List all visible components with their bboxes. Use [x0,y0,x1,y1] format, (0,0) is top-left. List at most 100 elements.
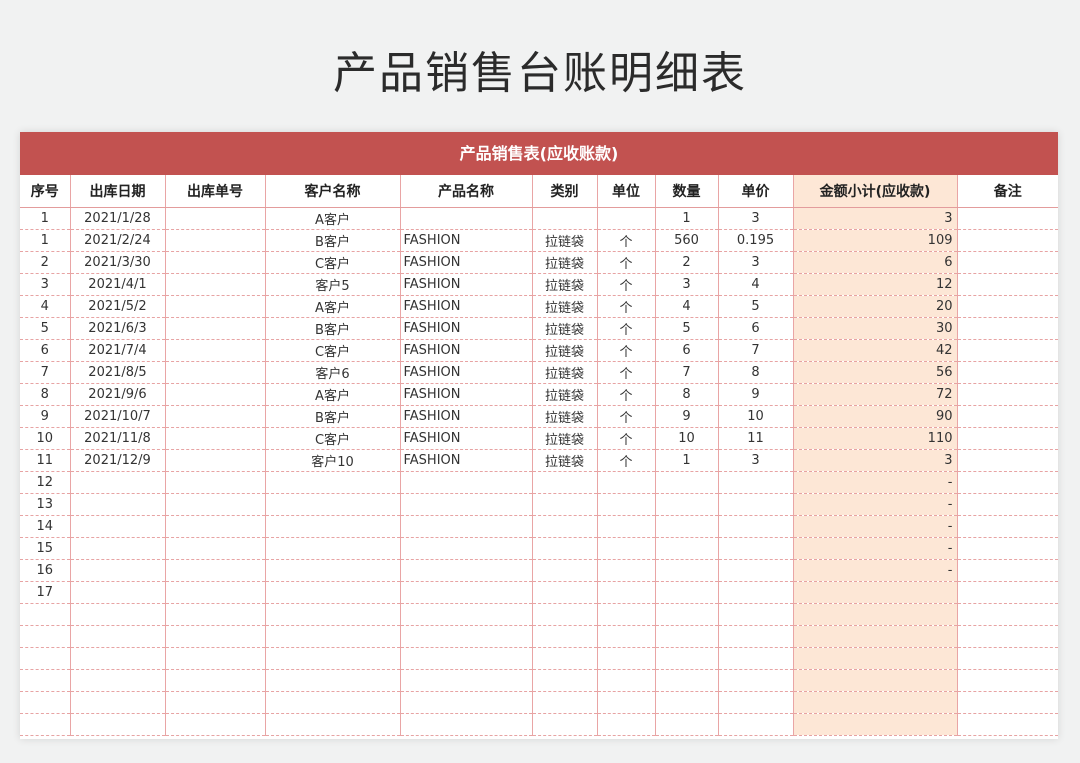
cell-customer[interactable]: 客户10 [265,449,401,472]
cell-quantity[interactable] [655,493,719,516]
cell-unit-price[interactable]: 9 [718,383,794,406]
cell-quantity[interactable] [655,691,719,714]
cell-product[interactable] [400,581,533,604]
cell-index[interactable]: 3 [20,273,71,296]
cell-unit-price[interactable] [718,713,794,736]
cell-amount[interactable]: 56 [793,361,958,384]
cell-category[interactable]: 拉链袋 [532,405,598,428]
cell-amount[interactable]: 90 [793,405,958,428]
cell-order-no[interactable] [165,207,266,230]
cell-unit-price[interactable]: 3 [718,207,794,230]
cell-index[interactable]: 1 [20,229,71,252]
cell-quantity[interactable]: 8 [655,383,719,406]
cell-order-no[interactable] [165,559,266,582]
cell-product[interactable] [400,691,533,714]
cell-unit[interactable]: 个 [597,383,656,406]
cell-amount[interactable] [793,669,958,692]
cell-customer[interactable] [265,713,401,736]
cell-category[interactable]: 拉链袋 [532,361,598,384]
cell-amount[interactable]: 6 [793,251,958,274]
cell-product[interactable]: FASHION [400,251,533,274]
cell-quantity[interactable]: 5 [655,317,719,340]
cell-amount[interactable]: 3 [793,449,958,472]
cell-remarks[interactable] [957,251,1058,274]
cell-remarks[interactable] [957,603,1058,626]
cell-product[interactable]: FASHION [400,449,533,472]
cell-product[interactable]: FASHION [400,361,533,384]
cell-product[interactable] [400,493,533,516]
cell-index[interactable]: 7 [20,361,71,384]
cell-unit-price[interactable] [718,493,794,516]
cell-remarks[interactable] [957,449,1058,472]
cell-remarks[interactable] [957,493,1058,516]
cell-unit[interactable] [597,603,656,626]
cell-product[interactable] [400,647,533,670]
cell-amount[interactable]: - [793,537,958,560]
cell-order-no[interactable] [165,383,266,406]
cell-category[interactable]: 拉链袋 [532,383,598,406]
cell-remarks[interactable] [957,427,1058,450]
cell-customer[interactable] [265,691,401,714]
cell-customer[interactable] [265,471,401,494]
cell-date[interactable] [70,515,166,538]
cell-order-no[interactable] [165,405,266,428]
cell-unit[interactable]: 个 [597,295,656,318]
cell-amount[interactable]: 42 [793,339,958,362]
cell-unit[interactable]: 个 [597,361,656,384]
cell-date[interactable] [70,713,166,736]
cell-category[interactable] [532,647,598,670]
cell-unit-price[interactable] [718,625,794,648]
cell-unit-price[interactable]: 6 [718,317,794,340]
cell-category[interactable]: 拉链袋 [532,317,598,340]
cell-amount[interactable] [793,713,958,736]
cell-product[interactable]: FASHION [400,295,533,318]
cell-order-no[interactable] [165,295,266,318]
cell-date[interactable]: 2021/10/7 [70,405,166,428]
cell-category[interactable] [532,581,598,604]
cell-unit-price[interactable]: 7 [718,339,794,362]
cell-quantity[interactable] [655,515,719,538]
cell-remarks[interactable] [957,625,1058,648]
cell-index[interactable]: 6 [20,339,71,362]
cell-customer[interactable] [265,581,401,604]
cell-order-no[interactable] [165,581,266,604]
cell-product[interactable]: FASHION [400,339,533,362]
cell-order-no[interactable] [165,515,266,538]
cell-unit-price[interactable] [718,537,794,560]
cell-quantity[interactable]: 10 [655,427,719,450]
cell-amount[interactable]: - [793,559,958,582]
cell-quantity[interactable] [655,603,719,626]
cell-quantity[interactable] [655,581,719,604]
cell-remarks[interactable] [957,515,1058,538]
cell-amount[interactable]: 20 [793,295,958,318]
cell-date[interactable] [70,537,166,560]
cell-unit-price[interactable]: 0.195 [718,229,794,252]
cell-order-no[interactable] [165,317,266,340]
cell-date[interactable]: 2021/12/9 [70,449,166,472]
cell-unit[interactable] [597,691,656,714]
cell-index[interactable] [20,603,71,626]
cell-unit[interactable] [597,669,656,692]
cell-unit[interactable] [597,625,656,648]
cell-unit[interactable] [597,493,656,516]
cell-product[interactable] [400,515,533,538]
cell-quantity[interactable]: 6 [655,339,719,362]
cell-remarks[interactable] [957,405,1058,428]
cell-order-no[interactable] [165,427,266,450]
cell-order-no[interactable] [165,273,266,296]
cell-remarks[interactable] [957,559,1058,582]
cell-customer[interactable]: 客户6 [265,361,401,384]
cell-quantity[interactable] [655,713,719,736]
cell-index[interactable]: 15 [20,537,71,560]
cell-quantity[interactable]: 7 [655,361,719,384]
cell-remarks[interactable] [957,339,1058,362]
cell-order-no[interactable] [165,229,266,252]
cell-order-no[interactable] [165,339,266,362]
cell-customer[interactable] [265,559,401,582]
cell-unit[interactable]: 个 [597,273,656,296]
cell-customer[interactable]: C客户 [265,427,401,450]
cell-order-no[interactable] [165,361,266,384]
cell-unit[interactable]: 个 [597,405,656,428]
cell-category[interactable]: 拉链袋 [532,427,598,450]
cell-order-no[interactable] [165,493,266,516]
